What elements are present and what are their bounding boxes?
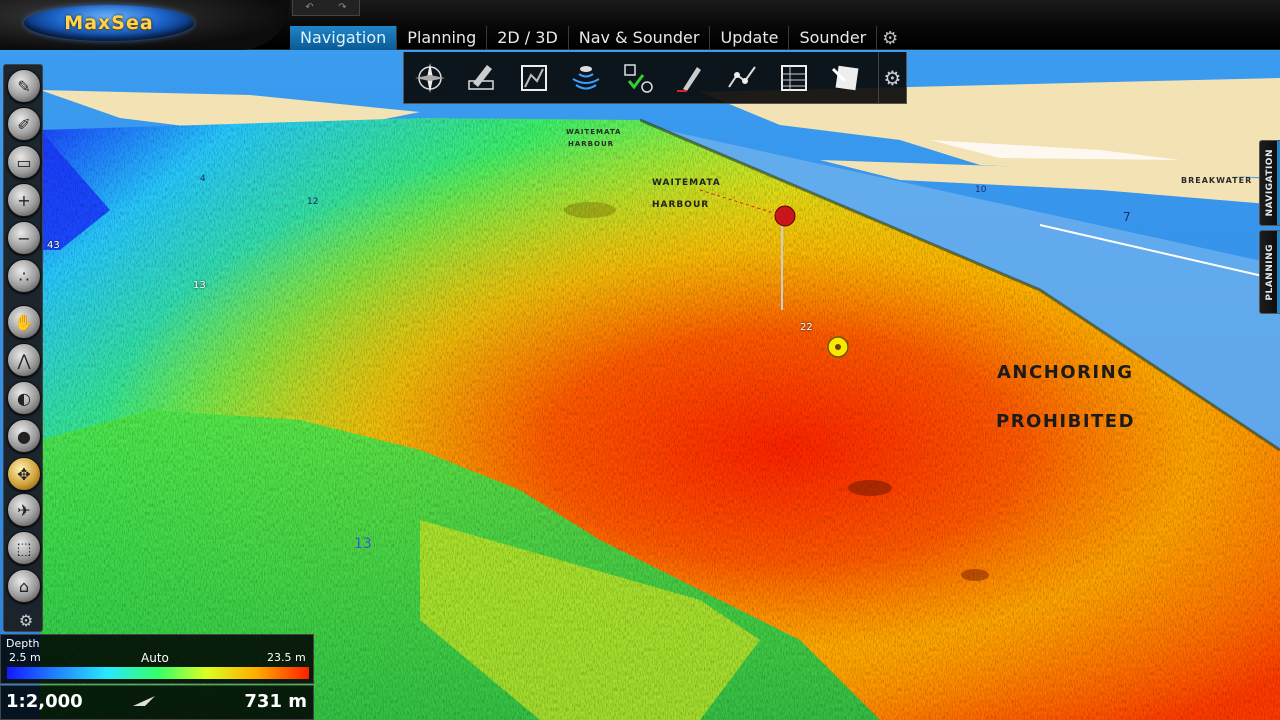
tab-nav-sounder[interactable]: Nav & Sounder — [569, 26, 711, 50]
redo-icon[interactable]: ↷ — [338, 2, 346, 13]
zoom-in-icon[interactable]: + — [7, 183, 41, 217]
breakwater-label: BREAKWATER — [1181, 176, 1253, 185]
3d-chart-view[interactable] — [0, 0, 1280, 720]
logo-area: MaxSea — [0, 0, 290, 50]
tab-2d-3d[interactable]: 2D / 3D — [487, 26, 569, 50]
sounding-13-front: 13 — [354, 536, 372, 552]
scale-ratio: 1:2,000 — [6, 691, 83, 712]
pencil-edit-icon[interactable] — [456, 55, 508, 101]
ribbon-settings-gear-icon[interactable]: ⚙ — [878, 52, 906, 104]
tab-planning[interactable]: Planning — [397, 26, 488, 50]
undo-redo-group: ↶ ↷ — [292, 0, 360, 16]
select-area-icon[interactable]: ⬚ — [7, 531, 41, 565]
tabs-settings-gear-icon[interactable]: ⚙ — [877, 26, 903, 50]
harbour-small-label-1: WAITEMATA — [566, 128, 622, 136]
sounding-22: 22 — [800, 322, 813, 333]
side-tab-planning-label: PLANNING — [1265, 243, 1275, 301]
sounding-10: 10 — [975, 185, 987, 195]
drop-tool-icon[interactable]: ● — [7, 419, 41, 453]
bucket-tool-icon[interactable]: ◐ — [7, 381, 41, 415]
harbour-label-line2: HARBOUR — [652, 200, 710, 210]
side-tab-planning[interactable]: PLANNING — [1259, 230, 1280, 314]
sounding-13: 13 — [193, 280, 206, 291]
depth-legend[interactable]: Depth 2.5 m Auto 23.5 m — [0, 634, 314, 684]
tab-update[interactable]: Update — [710, 26, 790, 50]
pencil-tool-icon[interactable]: ✎ — [7, 69, 41, 103]
eraser-tool-icon[interactable]: ▭ — [7, 145, 41, 179]
depth-color-scale — [7, 667, 309, 679]
app-logo-text: MaxSea — [64, 12, 154, 34]
boat-tracks-icon[interactable] — [716, 55, 768, 101]
side-tab-navigation-label: NAVIGATION — [1265, 149, 1275, 217]
side-tab-navigation[interactable]: NAVIGATION — [1259, 140, 1280, 226]
home-view-icon[interactable]: ⌂ — [7, 569, 41, 603]
anchoring-label-line2: PROHIBITED — [996, 411, 1136, 432]
sounding-12: 12 — [307, 197, 319, 207]
scale-panel: 1:2,000 731 m — [0, 685, 314, 720]
scale-distance: 731 m — [244, 691, 307, 712]
main-tabs: Navigation Planning 2D / 3D Nav & Sounde… — [290, 26, 903, 50]
hand-pan-icon[interactable]: ✋ — [7, 305, 41, 339]
sounding-7: 7 — [1123, 210, 1131, 224]
depth-legend-title: Depth — [6, 637, 40, 650]
app-logo[interactable]: MaxSea — [24, 5, 194, 41]
ribbon-toolbar: ⚙ — [403, 52, 907, 104]
depth-mode-label[interactable]: Auto — [141, 651, 169, 665]
tab-navigation[interactable]: Navigation — [290, 26, 398, 50]
harbour-label-line1: WAITEMATA — [652, 178, 721, 188]
harbour-small-label-2: HARBOUR — [568, 140, 615, 148]
points-tool-icon[interactable]: ∴ — [7, 259, 41, 293]
move-tool-icon[interactable]: ✥ — [7, 457, 41, 491]
depth-min-value: 2.5 m — [9, 651, 41, 664]
brush-tool-icon[interactable]: ✐ — [7, 107, 41, 141]
left-toolbar: ✎ ✐ ▭ + − ∴ ✋ ⋀ ◐ ● ✥ ✈ ⬚ ⌂ ⚙ — [3, 64, 43, 632]
route-check-icon[interactable] — [612, 55, 664, 101]
depth-max-value: 23.5 m — [267, 651, 306, 664]
toolbar-settings-gear-icon[interactable]: ⚙ — [4, 607, 48, 633]
anchoring-label-line1: ANCHORING — [997, 362, 1134, 383]
note-icon[interactable] — [820, 55, 872, 101]
sonar-waves-icon[interactable] — [560, 55, 612, 101]
sounding-43: 43 — [47, 240, 60, 251]
sounding-4: 4 — [200, 174, 206, 184]
satellite-icon[interactable]: ✈ — [7, 493, 41, 527]
data-grid-icon[interactable] — [768, 55, 820, 101]
tab-sounder[interactable]: Sounder — [789, 26, 878, 50]
marker-pen-icon[interactable] — [664, 55, 716, 101]
compass-rose-icon[interactable] — [404, 55, 456, 101]
chart-frame-icon[interactable] — [508, 55, 560, 101]
undo-icon[interactable]: ↶ — [305, 2, 313, 13]
zoom-out-icon[interactable]: − — [7, 221, 41, 255]
terrain-render[interactable] — [0, 0, 1280, 720]
top-bar: MaxSea ↶ ↷ Navigation Planning 2D / 3D N… — [0, 0, 1280, 50]
heading-arrow-icon — [133, 696, 155, 706]
divider-measure-icon[interactable]: ⋀ — [7, 343, 41, 377]
